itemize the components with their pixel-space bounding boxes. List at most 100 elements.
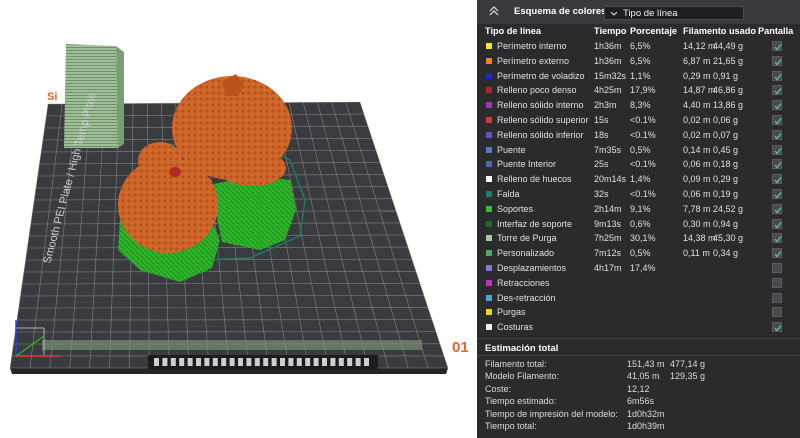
display-checkbox[interactable] <box>772 115 782 125</box>
display-checkbox[interactable] <box>772 322 782 333</box>
display-checkbox[interactable] <box>772 100 782 111</box>
check-icon <box>774 132 782 140</box>
legend-swatch <box>486 146 492 153</box>
legend-row-time: 32s <box>594 189 609 199</box>
legend-row-length: 0,29 m <box>683 70 711 81</box>
estimate-row: Modelo Filamento: 41,05 m 129,35 g <box>477 371 800 383</box>
display-checkbox[interactable] <box>772 174 782 185</box>
legend-row-name: Perímetro externo <box>497 55 570 66</box>
legend-row: Interfaz de soporte 9m13s 0,6% 0,30 m 0,94 g <box>477 218 800 232</box>
color-scheme-value: Tipo de línea <box>623 8 678 19</box>
estimate-value-secondary: 477,14 g <box>670 359 706 369</box>
legend-swatch <box>486 279 492 286</box>
legend-row-weight: 46,86 g <box>713 85 744 96</box>
legend-row-time: 4h25m <box>594 85 622 96</box>
display-checkbox[interactable] <box>772 159 782 170</box>
legend-swatch <box>486 117 492 123</box>
legend-row: Retracciones <box>477 277 800 291</box>
legend-swatch <box>486 161 492 168</box>
legend-row-weight: 0,45 g <box>713 144 739 155</box>
estimate-value: 41,05 m <box>627 371 660 382</box>
legend-swatch <box>486 131 492 138</box>
display-checkbox[interactable] <box>772 85 782 96</box>
display-checkbox[interactable] <box>772 129 782 140</box>
legend-row-length: 0,06 m <box>683 189 711 199</box>
build-plate-scene[interactable] <box>0 0 477 438</box>
legend-row-weight: 45,30 g <box>713 233 744 244</box>
legend-row-percent: 17,4% <box>630 263 656 273</box>
legend-row: Relleno sólido interno 2h3m 8,3% 4,40 m 13,8… <box>477 99 800 113</box>
legend-row: Falda 32s <0.1% 0,06 m 0,19 g <box>477 188 800 202</box>
col-header-type: Tipo de línea <box>485 26 541 36</box>
check-icon <box>774 103 782 110</box>
legend-row-percent: <0.1% <box>630 189 656 199</box>
legend-row-name: Relleno sólido interno <box>497 100 584 111</box>
legend-row: Relleno de huecos 20m14s 1,4% 0,09 m 0,29 g <box>477 173 800 187</box>
legend-row-time: 15m32s <box>594 70 627 81</box>
legend-row: Des-retracción <box>477 292 800 306</box>
display-checkbox[interactable] <box>772 144 782 155</box>
display-checkbox[interactable] <box>772 233 782 244</box>
legend-row-name: Personalizado <box>497 248 555 259</box>
legend-row: Perímetro interno 1h36m 6,5% 14,12 m 44,49 g <box>477 40 800 54</box>
legend-row-time: 1h36m <box>594 41 622 51</box>
3d-viewport[interactable]: Si 01 Smooth PEI Plate / High Temp Plate <box>0 0 477 438</box>
legend-row-weight: 0,18 g <box>713 159 739 170</box>
display-checkbox[interactable] <box>772 263 782 273</box>
display-checkbox[interactable] <box>772 70 782 81</box>
display-checkbox[interactable] <box>772 292 782 303</box>
legend-row-name: Costuras <box>497 322 534 333</box>
estimate-row: Tiempo estimado: 6m56s <box>477 396 800 408</box>
check-icon <box>774 251 782 258</box>
legend-row-time: 4h17m <box>594 263 622 273</box>
legend-row-time: 18s <box>594 129 609 140</box>
legend-row: Puente 7m35s 0,5% 0,14 m 0,45 g <box>477 144 800 158</box>
collapse-icon[interactable] <box>488 5 500 17</box>
legend-row: Desplazamientos 4h17m 17,4% <box>477 262 800 276</box>
estimate-label: Modelo Filamento: <box>485 371 560 382</box>
display-checkbox[interactable] <box>772 189 782 199</box>
display-checkbox[interactable] <box>772 277 782 288</box>
legend-swatch <box>486 72 492 79</box>
legend-swatch <box>486 87 492 94</box>
color-scheme-select[interactable]: Tipo de línea <box>604 6 744 20</box>
estimate-label: Filamento total: <box>485 359 547 369</box>
legend-swatch <box>486 324 492 331</box>
legend-row-time: 2h3m <box>594 100 617 111</box>
legend-row-percent: 30,1% <box>630 233 656 244</box>
legend-swatch <box>486 294 492 301</box>
display-checkbox[interactable] <box>772 218 782 229</box>
legend-row-name: Relleno sólido superior <box>497 115 589 125</box>
display-checkbox[interactable] <box>772 41 782 51</box>
display-checkbox[interactable] <box>772 307 782 318</box>
legend-row-length: 0,30 m <box>683 218 711 229</box>
viewport-partial-label: Si <box>47 91 58 103</box>
check-icon <box>774 192 782 199</box>
col-header-display: Pantalla <box>758 26 794 36</box>
legend-row-percent: 0,5% <box>630 248 651 259</box>
estimate-row: Tiempo de impresión del modelo: 1d0h32m <box>477 409 800 421</box>
legend-swatch <box>486 43 492 49</box>
legend-swatch <box>486 176 492 183</box>
legend-row-name: Retracciones <box>497 277 550 288</box>
legend-row-percent: 8,3% <box>630 100 651 111</box>
display-checkbox[interactable] <box>772 55 782 66</box>
legend-row-length: 0,02 m <box>683 129 711 140</box>
legend-row: Perímetro externo 1h36m 6,5% 6,87 m 21,65 g <box>477 55 800 69</box>
display-checkbox[interactable] <box>772 203 782 214</box>
estimate-title: Estimación total <box>485 343 559 354</box>
legend-row-name: Perímetro interno <box>497 41 567 51</box>
check-icon <box>774 206 782 214</box>
plate-strip <box>42 340 422 350</box>
legend-row-name: Desplazamientos <box>497 263 567 273</box>
legend-row-weight: 0,19 g <box>713 189 739 199</box>
legend-row-weight: 0,29 g <box>713 174 739 185</box>
legend-row-percent: 0,5% <box>630 144 651 155</box>
legend-row: Perímetro de voladizo 15m32s 1,1% 0,29 m 0,9… <box>477 70 800 84</box>
legend-row-length: 0,06 m <box>683 159 711 170</box>
check-icon <box>774 236 782 244</box>
check-icon <box>774 118 782 125</box>
legend-swatch <box>486 309 492 316</box>
display-checkbox[interactable] <box>772 248 782 259</box>
plate-number[interactable]: 01 <box>452 339 469 356</box>
